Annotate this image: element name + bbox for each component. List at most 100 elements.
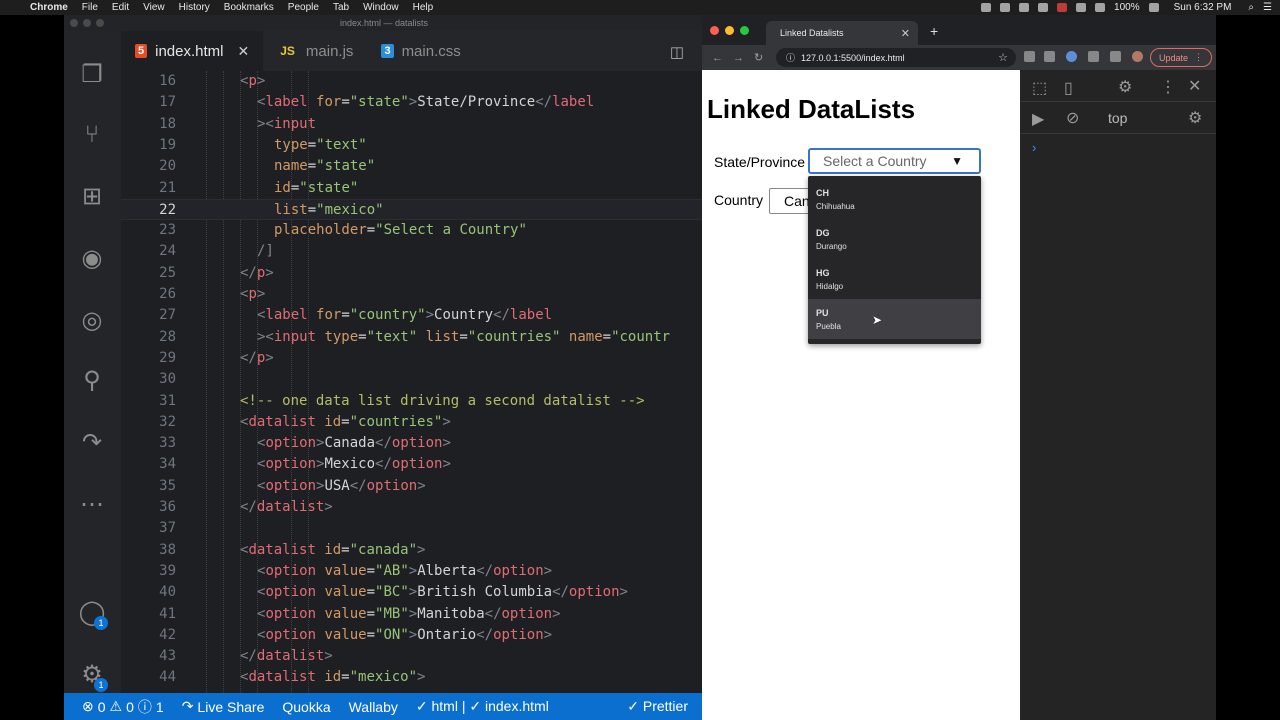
close-devtools-icon[interactable]: ✕ xyxy=(1188,76,1201,96)
extension-icon[interactable] xyxy=(1044,51,1055,62)
close-window-button[interactable] xyxy=(70,19,78,27)
code-line[interactable]: 27 <label for="country">Country</label xyxy=(121,305,704,326)
forward-icon[interactable]: → xyxy=(733,52,744,64)
menu-window[interactable]: Window xyxy=(363,2,399,13)
new-tab-button[interactable]: + xyxy=(930,23,938,39)
status-icon[interactable] xyxy=(1019,3,1030,12)
datalist-option[interactable]: HG Hidalgo xyxy=(808,259,981,299)
code-line[interactable]: 33 <option>Canada</option> xyxy=(121,433,704,454)
github-icon[interactable]: ◎ xyxy=(78,307,106,335)
menu-history[interactable]: History xyxy=(179,2,210,13)
code-editor[interactable]: 16 <p> 17 <label for="state">State/Province… xyxy=(121,71,704,693)
spotlight-icon[interactable]: ⌕ xyxy=(1248,2,1254,13)
code-line[interactable]: 25 </p> xyxy=(121,263,704,284)
more-icon[interactable]: ⋯ xyxy=(78,491,106,519)
address-bar[interactable]: ⓘ 127.0.0.1:5500/index.html ☆ xyxy=(776,48,1016,67)
code-line[interactable]: 40 <option value="BC">British Columbia</o… xyxy=(121,582,704,603)
zoom-window-button[interactable] xyxy=(96,19,104,27)
menu-app-name[interactable]: Chrome xyxy=(30,2,68,13)
status-icon[interactable] xyxy=(981,3,992,12)
menu-bookmarks[interactable]: Bookmarks xyxy=(224,2,274,13)
back-icon[interactable]: ← xyxy=(712,52,723,64)
profile-avatar[interactable] xyxy=(1132,51,1143,62)
code-line[interactable]: 16 <p> xyxy=(121,71,704,92)
close-tab-icon[interactable]: ✕ xyxy=(238,43,250,60)
minimize-window-button[interactable] xyxy=(725,26,734,35)
code-line[interactable]: 36 </datalist> xyxy=(121,497,704,518)
minimize-window-button[interactable] xyxy=(83,19,91,27)
clear-console-icon[interactable]: ⊘ xyxy=(1066,108,1079,128)
code-line[interactable]: 34 <option>Mexico</option> xyxy=(121,454,704,475)
code-line[interactable]: 29 </p> xyxy=(121,348,704,369)
menu-view[interactable]: View xyxy=(143,2,165,13)
close-tab-icon[interactable]: ✕ xyxy=(901,27,910,40)
wifi-icon[interactable] xyxy=(1095,3,1106,12)
extension-icon[interactable] xyxy=(1066,51,1077,62)
state-input[interactable]: Select a Country ▼ xyxy=(808,148,981,174)
extension-icon[interactable] xyxy=(1024,51,1035,62)
battery-icon[interactable] xyxy=(1148,3,1159,12)
code-line[interactable]: 22 list="mexico" xyxy=(121,198,704,221)
code-line[interactable]: 38 <datalist id="canada"> xyxy=(121,540,704,561)
code-line[interactable]: 31 <!-- one data list driving a second da… xyxy=(121,391,704,412)
menu-edit[interactable]: Edit xyxy=(112,2,129,13)
datalist-option[interactable]: DG Durango xyxy=(808,219,981,259)
status-icon[interactable] xyxy=(1038,3,1049,12)
close-window-button[interactable] xyxy=(710,26,719,35)
code-line[interactable]: 20 name="state" xyxy=(121,156,704,177)
live-share-status[interactable]: ↷ Live Share xyxy=(182,698,265,715)
problems-indicator[interactable]: ⊗ 0 ⚠ 0 ⓘ 1 xyxy=(82,697,164,717)
tab-main-css[interactable]: 3 main.css xyxy=(367,31,474,71)
code-line[interactable]: 43 </datalist> xyxy=(121,646,704,667)
sidebar-toggle-icon[interactable]: ▶ xyxy=(1032,109,1044,129)
code-line[interactable]: 23 placeholder="Select a Country" xyxy=(121,220,704,241)
context-selector[interactable]: top xyxy=(1108,110,1127,126)
console-prompt-icon[interactable]: › xyxy=(1032,140,1036,155)
code-line[interactable]: 35 <option>USA</option> xyxy=(121,476,704,497)
bluetooth-icon[interactable] xyxy=(1076,3,1087,12)
menu-help[interactable]: Help xyxy=(413,2,434,13)
reading-list-icon[interactable] xyxy=(1110,51,1121,62)
menu-people[interactable]: People xyxy=(288,2,319,13)
country-label[interactable]: Country xyxy=(714,192,763,208)
live-share-icon[interactable]: ↷ xyxy=(78,429,106,457)
zoom-window-button[interactable] xyxy=(740,26,749,35)
inspect-element-icon[interactable]: ⬚ xyxy=(1032,78,1047,98)
code-line[interactable]: 26 <p> xyxy=(121,284,704,305)
split-editor-icon[interactable]: ◫ xyxy=(670,43,684,61)
search-icon[interactable]: ⚲ xyxy=(78,367,106,395)
explorer-icon[interactable]: ❐ xyxy=(78,61,106,89)
code-line[interactable]: 21 id="state" xyxy=(121,178,704,199)
tab-main-js[interactable]: JS main.js xyxy=(263,31,367,71)
reload-icon[interactable]: ↻ xyxy=(754,51,763,64)
code-line[interactable]: 24 /] xyxy=(121,241,704,262)
code-line[interactable]: 39 <option value="AB">Alberta</option> xyxy=(121,561,704,582)
code-line[interactable]: 41 <option value="MB">Manitoba</option> xyxy=(121,604,704,625)
control-center-icon[interactable]: ☰ xyxy=(1263,2,1272,13)
state-label[interactable]: State/Province xyxy=(714,154,805,170)
bookmark-star-icon[interactable]: ☆ xyxy=(998,51,1008,64)
info-icon[interactable]: ⓘ xyxy=(786,51,795,64)
code-line[interactable]: 42 <option value="ON">Ontario</option> xyxy=(121,625,704,646)
dropdown-arrow-icon[interactable]: ▼ xyxy=(951,154,963,168)
tab-index-html[interactable]: 5 index.html ✕ xyxy=(121,31,264,71)
code-line[interactable]: 30 xyxy=(121,369,704,390)
status-icon[interactable] xyxy=(1000,3,1011,12)
datalist-option[interactable]: CH Chihuahua xyxy=(808,179,981,219)
code-line[interactable]: 19 type="text" xyxy=(121,135,704,156)
menu-tab[interactable]: Tab xyxy=(333,2,349,13)
menu-file[interactable]: File xyxy=(82,2,98,13)
code-line[interactable]: 17 <label for="state">State/Province</lab… xyxy=(121,92,704,113)
wallaby-status[interactable]: Wallaby xyxy=(349,699,398,715)
code-line[interactable]: 32 <datalist id="countries"> xyxy=(121,412,704,433)
extensions-icon[interactable]: ⊞ xyxy=(78,183,106,211)
update-button[interactable]: Update ⋮ xyxy=(1150,48,1212,67)
datalist-option-hovered[interactable]: PU Puebla xyxy=(808,299,981,339)
extensions-puzzle-icon[interactable] xyxy=(1088,51,1099,62)
quokka-status[interactable]: Quokka xyxy=(282,699,330,715)
device-toolbar-icon[interactable]: ▯ xyxy=(1064,78,1073,98)
console-settings-icon[interactable]: ⚙ xyxy=(1188,108,1202,128)
code-line[interactable]: 44 <datalist id="mexico"> xyxy=(121,667,704,688)
browser-tab[interactable]: Linked Datalists ✕ xyxy=(766,21,918,45)
run-debug-icon[interactable]: ◉ xyxy=(78,245,106,273)
